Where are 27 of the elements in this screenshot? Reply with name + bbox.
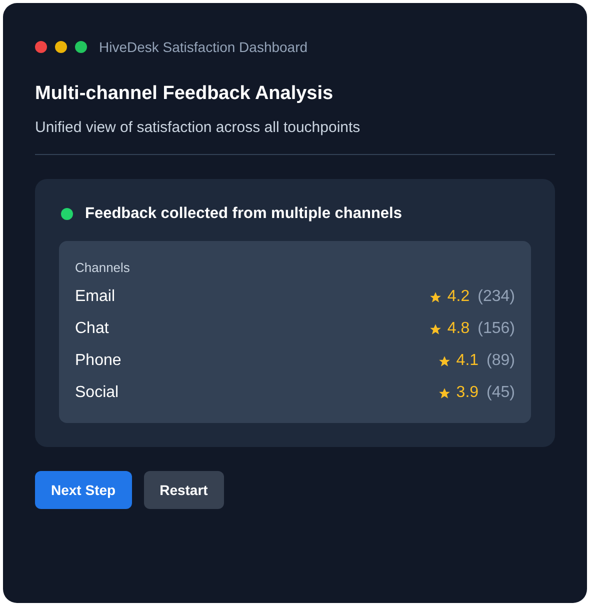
channel-count: (45) — [486, 384, 515, 402]
card-title: Feedback collected from multiple channels — [85, 205, 402, 223]
channel-name: Chat — [75, 320, 110, 338]
channel-rating: 4.2 — [447, 288, 470, 306]
star-icon — [438, 354, 452, 368]
next-step-button[interactable]: Next Step — [35, 471, 132, 509]
channel-count: (156) — [478, 320, 515, 338]
status-dot-icon — [61, 208, 73, 220]
minimize-window-dot-icon[interactable] — [55, 41, 67, 53]
channel-rating: 4.1 — [456, 352, 479, 370]
star-icon — [429, 290, 442, 304]
page-heading: Multi-channel Feedback Analysis — [35, 83, 334, 105]
channel-count: (89) — [486, 352, 515, 370]
maximize-window-dot-icon[interactable] — [75, 41, 87, 53]
window-title: HiveDesk Satisfaction Dashboard — [99, 39, 308, 55]
channel-rating: 4.8 — [447, 320, 470, 338]
channel-name: Email — [75, 288, 116, 306]
page-subtitle: Unified view of satisfaction across all touchpoints — [35, 119, 362, 136]
channel-name: Phone — [75, 352, 122, 370]
channel-count: (234) — [478, 288, 515, 306]
restart-button[interactable]: Restart — [144, 471, 224, 509]
close-window-dot-icon[interactable] — [35, 41, 47, 53]
star-icon — [438, 386, 452, 400]
star-icon — [429, 322, 442, 336]
channel-rating: 3.9 — [456, 384, 479, 402]
channels-label: Channels — [75, 260, 130, 275]
channel-name: Social — [75, 384, 120, 402]
